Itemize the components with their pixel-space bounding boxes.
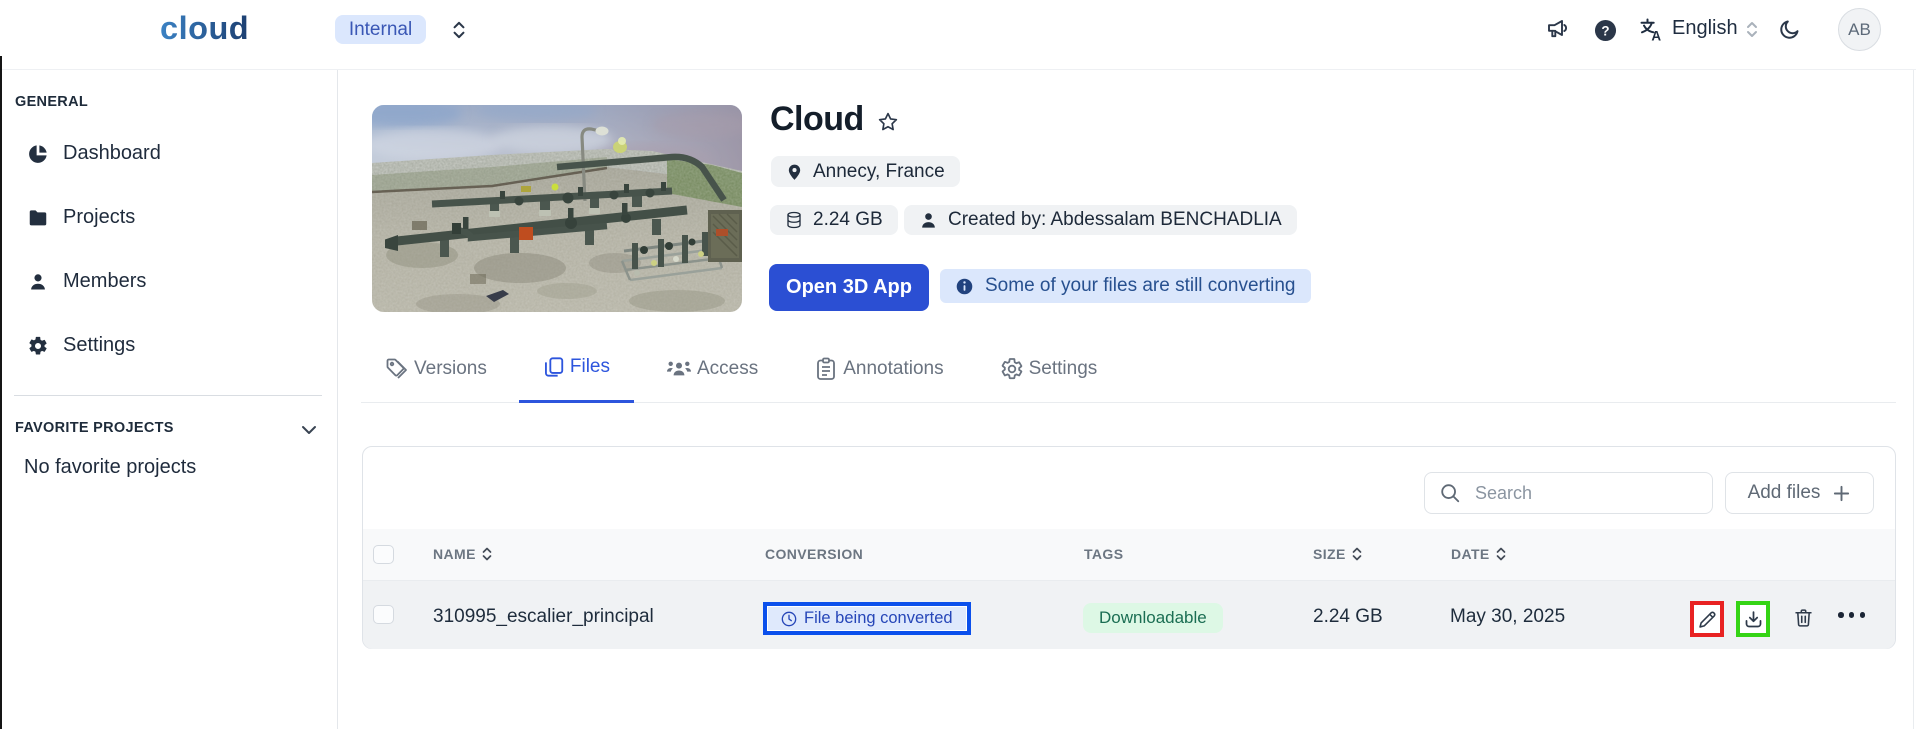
svg-text:?: ? bbox=[1601, 23, 1609, 38]
svg-text:A: A bbox=[1651, 29, 1661, 44]
